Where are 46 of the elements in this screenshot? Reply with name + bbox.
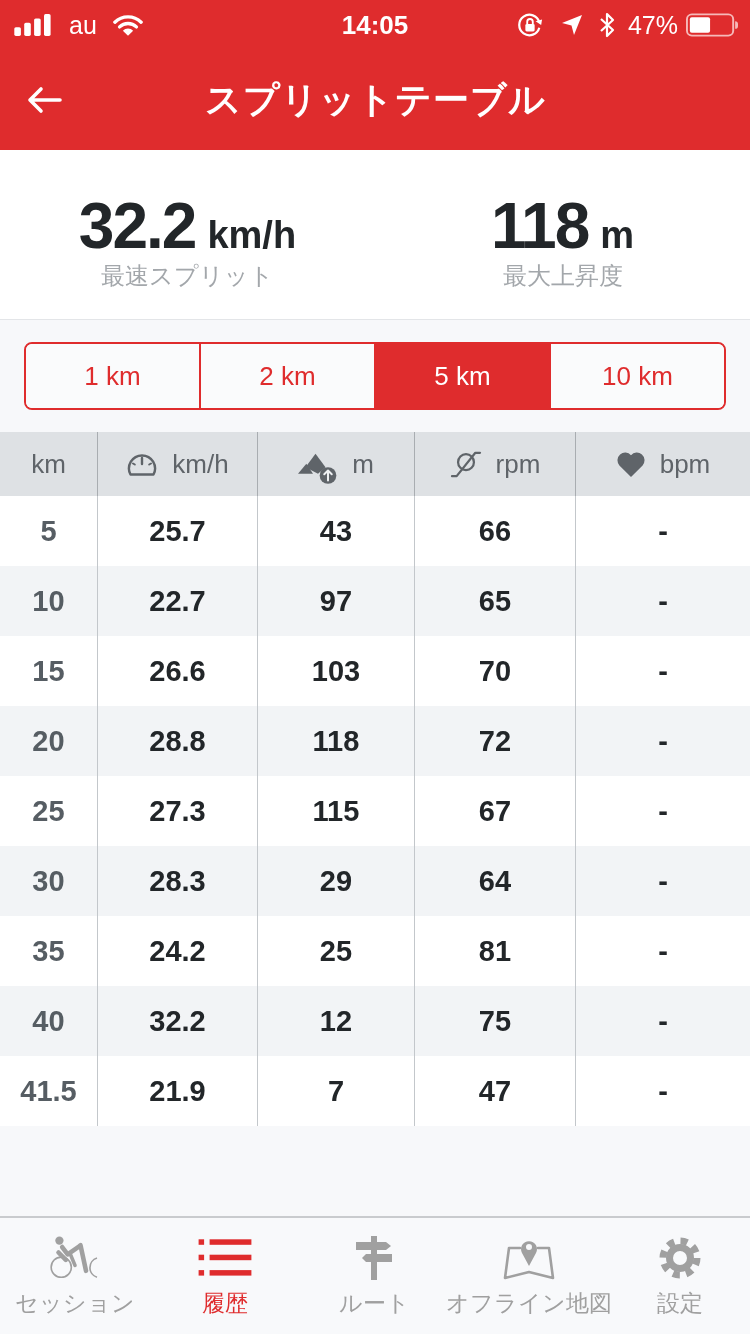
tab-bar-item[interactable]: 履歴 <box>197 1218 253 1334</box>
bluetooth-icon <box>598 12 615 38</box>
carrier-label: au <box>69 10 97 40</box>
battery-percent: 47% <box>627 10 678 40</box>
screen-title: スプリットテーブル <box>204 77 546 122</box>
column-label: bpm <box>659 448 711 480</box>
table-cell-text: 40 <box>31 1003 66 1039</box>
table-cell: 47 <box>414 1056 575 1126</box>
segment-button[interactable]: 10 km <box>549 344 724 408</box>
stat-value: 32.2 <box>78 194 196 258</box>
table-cell-text: 20 <box>31 723 66 759</box>
column-label: rpm <box>495 448 541 480</box>
stat-value: 118 <box>490 194 589 258</box>
table-cell-text: 10 <box>31 583 66 619</box>
table-cell-text: 25 <box>31 793 66 829</box>
tab-bar-item[interactable]: セッション <box>15 1218 135 1334</box>
column-label: m <box>352 448 374 480</box>
table-cell-text: 35 <box>31 933 66 969</box>
time-label: 14:05 <box>341 9 409 41</box>
signal-icon <box>14 14 52 36</box>
column-label: km <box>31 448 66 480</box>
stat-unit: m <box>600 216 634 254</box>
heart-icon <box>615 451 646 477</box>
table-cell: 7 <box>257 1056 414 1126</box>
stat-label: 最大上昇度 <box>502 261 623 291</box>
wifi-icon <box>112 14 143 36</box>
table-cell-text: 5 <box>39 513 58 549</box>
table-cell-text: 30 <box>31 863 66 899</box>
crank-icon <box>449 450 482 478</box>
location-arrow-icon <box>560 14 583 36</box>
stat-label: 最速スプリット <box>101 261 274 291</box>
table-cell: - <box>575 1056 750 1126</box>
table-cell-text: 41.5 <box>19 1073 78 1109</box>
tab-bar-item[interactable]: ルート <box>338 1218 410 1334</box>
table-cell: 21.9 <box>97 1056 257 1126</box>
battery-icon <box>686 13 738 37</box>
table-cell-text: 15 <box>31 653 66 689</box>
tab-bar-item[interactable]: 設定 <box>652 1218 708 1334</box>
segment-button[interactable]: 5 km <box>374 344 549 408</box>
speedometer-icon <box>126 451 159 477</box>
stat-unit: km/h <box>207 216 297 254</box>
mountain-arrow-icon <box>298 451 339 485</box>
rotation-lock-icon <box>516 12 543 38</box>
arrow-left-icon <box>26 86 62 114</box>
tab-bar-item[interactable]: オフライン地図 <box>446 1218 612 1334</box>
column-label: km/h <box>172 448 229 480</box>
